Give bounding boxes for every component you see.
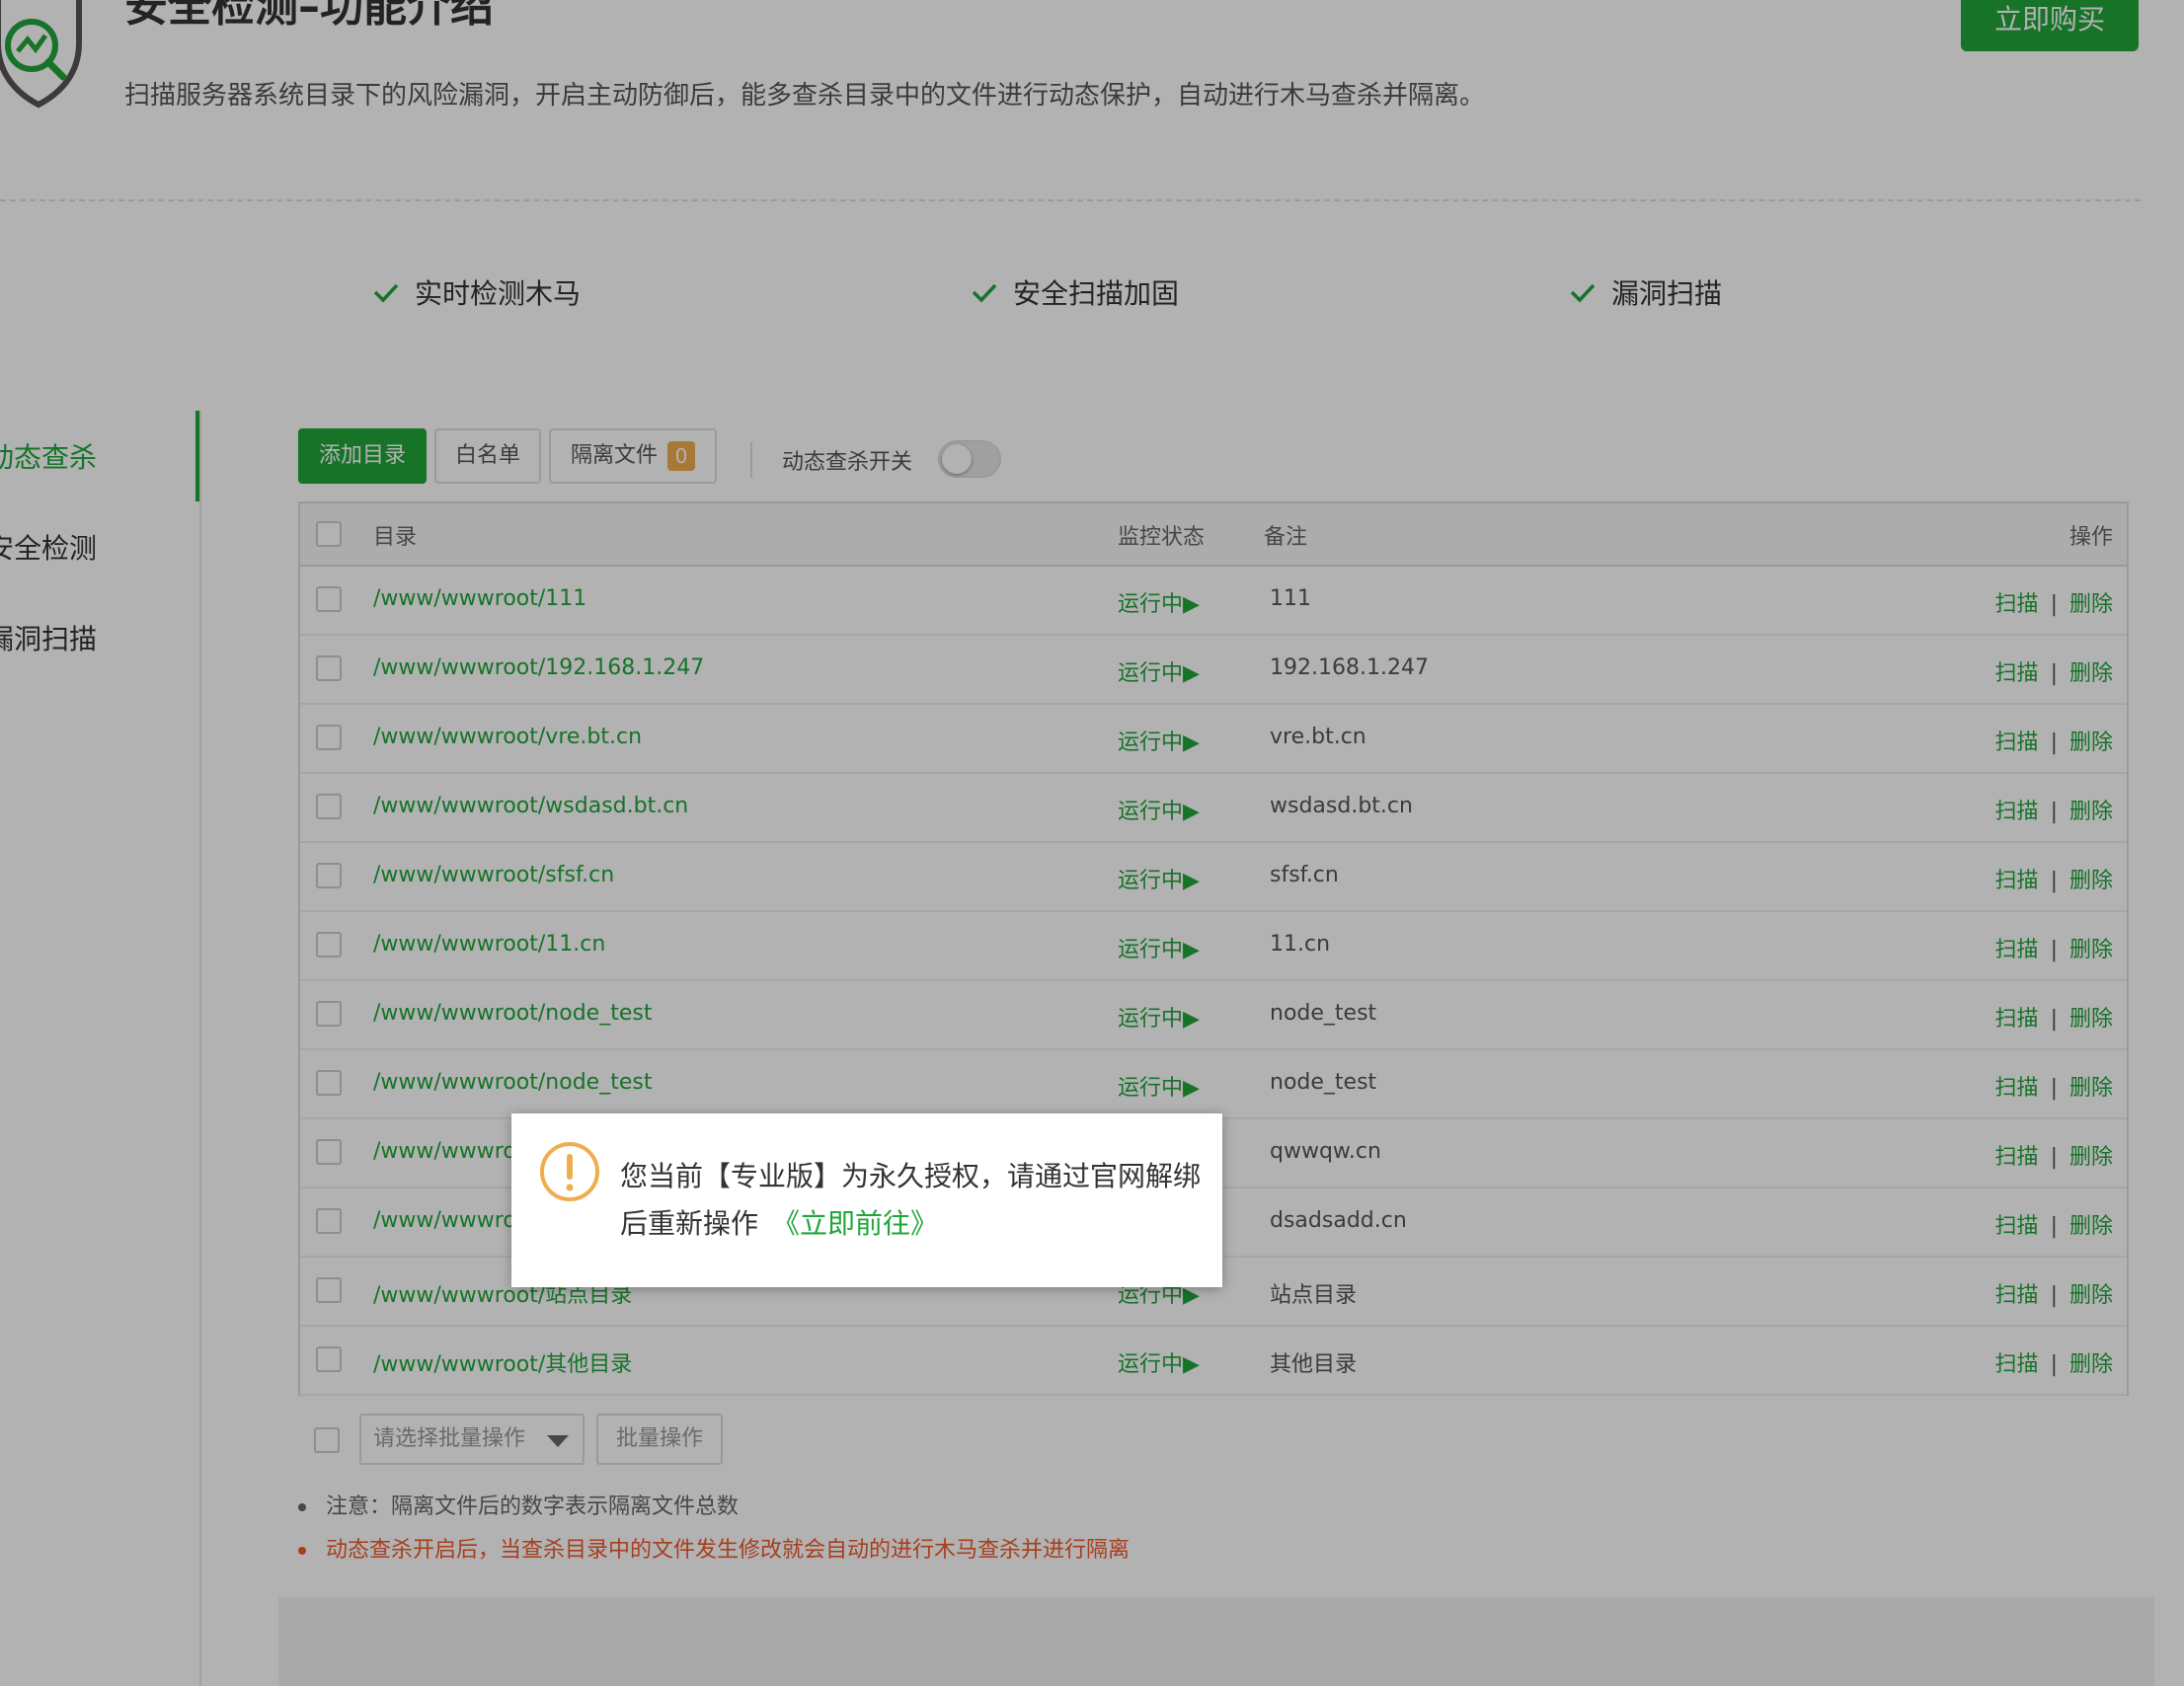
warning-icon xyxy=(540,1142,599,1201)
modal-overlay[interactable] xyxy=(0,0,2184,1686)
go-now-link[interactable]: 《立即前往》 xyxy=(772,1207,938,1240)
license-dialog: 您当前【专业版】为永久授权，请通过官网解绑后重新操作 《立即前往》 xyxy=(511,1113,1222,1287)
dialog-message: 您当前【专业版】为永久授权，请通过官网解绑后重新操作 《立即前往》 xyxy=(620,1153,1203,1248)
